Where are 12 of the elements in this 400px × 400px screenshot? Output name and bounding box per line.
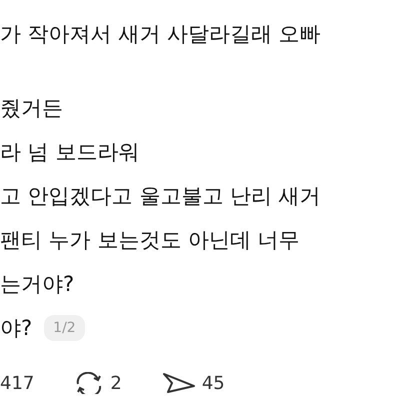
post-text: 야?: [0, 315, 32, 342]
like-count: 417: [0, 372, 34, 394]
image-counter: 1/2: [44, 315, 85, 341]
repost-count: 2: [110, 372, 122, 394]
send-icon[interactable]: [162, 372, 196, 394]
post-text: 가 작아져서 새거 사달라길래 오빠: [0, 21, 321, 48]
post-text: 팬티 누가 보는것도 아닌데 너무: [0, 227, 300, 254]
post-text: 고 안입겠다고 울고불고 난리 새거: [0, 183, 321, 210]
share-count: 45: [202, 372, 225, 394]
post-text: 는거야?: [0, 271, 74, 298]
post-text: 라 넘 보드라워: [0, 139, 140, 166]
post-text: 줬거든: [0, 95, 63, 122]
